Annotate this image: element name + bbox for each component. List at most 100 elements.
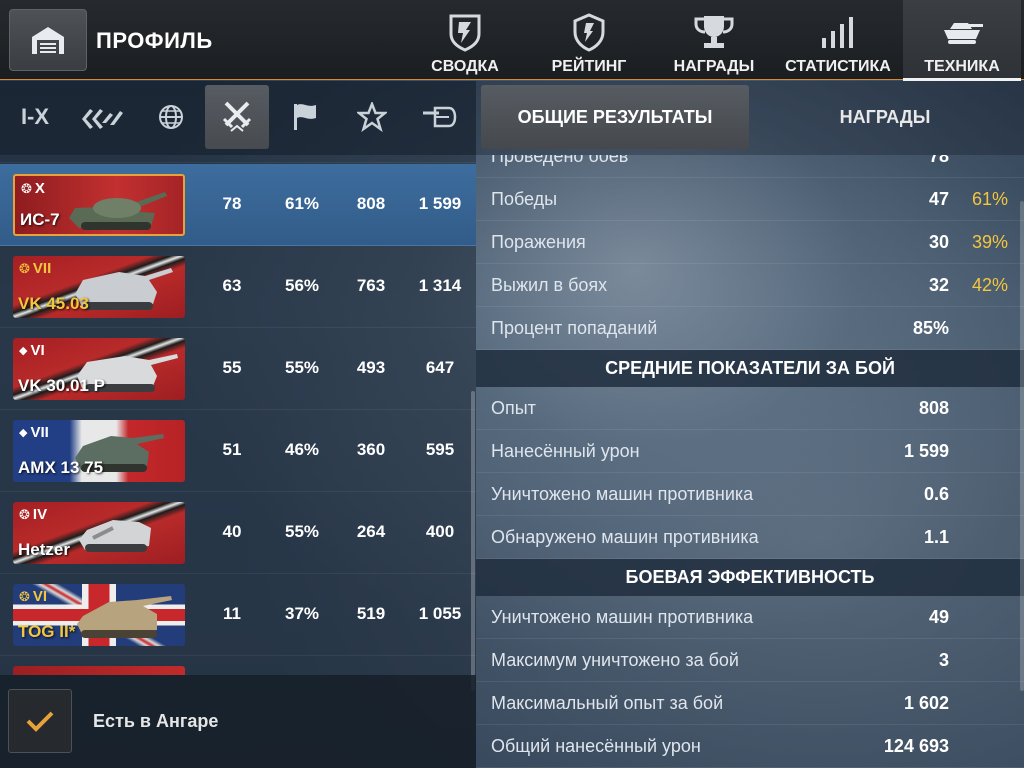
in-hangar-label: Есть в Ангаре [93, 711, 219, 731]
stat-label: Обнаружено машин противника [491, 527, 759, 547]
battles-cell: 78 [222, 194, 242, 213]
top-bar: ПРОФИЛЬ СВОДКА РЕЙТИНГ НАГРАДЫ СТАТИСТИК… [0, 0, 1024, 81]
stat-percent: 42% [972, 275, 1009, 295]
tier-mastery-icon: ❂ [21, 180, 32, 196]
stats-panel: ОБЩИЕ РЕЗУЛЬТАТЫ НАГРАДЫ Проведено боев … [476, 81, 1024, 768]
stats-segment-bar: ОБЩИЕ РЕЗУЛЬТАТЫ НАГРАДЫ [476, 81, 1024, 155]
xp-cell: 763 [356, 276, 386, 295]
tab-awards-label: НАГРАДЫ [673, 58, 755, 75]
stat-value: 3 [938, 650, 949, 670]
stat-label: Опыт [491, 398, 536, 418]
vehicle-type-filter[interactable] [407, 85, 471, 149]
stat-row: Максимальный опыт за бой 1 602 [476, 682, 1024, 725]
stat-row: Уничтожено машин противника 0.6 [476, 473, 1024, 516]
tab-vehicles[interactable]: ТЕХНИКА [903, 0, 1021, 81]
stat-label: Победы [491, 189, 558, 209]
damage-cell: 595 [425, 440, 455, 459]
stat-label: Максимальный опыт за бой [491, 693, 724, 713]
table-row[interactable]: ❂ X ИС-7 78 61% 808 1 599 [0, 164, 476, 246]
stat-value: 85% [912, 318, 949, 338]
page-title: ПРОФИЛЬ [96, 28, 213, 53]
tank-list: ❂ X ИС-7 78 61% 808 1 599 ❂ VII VK 45.03… [0, 155, 476, 675]
tank-gun-icon [423, 106, 457, 128]
damage-cell: 647 [425, 358, 455, 377]
star-filter[interactable] [340, 85, 404, 149]
tier-mastery-icon: ❂ [19, 260, 30, 276]
list-scrollbar[interactable] [471, 391, 475, 691]
shield-lightning-icon [443, 10, 487, 54]
crossed-swords-icon [222, 101, 252, 132]
segment-awards[interactable]: НАГРАДЫ [751, 85, 1019, 149]
table-row[interactable]: ❂ VII VK 45.03 63 56% 763 1 314 [0, 246, 476, 328]
stat-row: Нанесённый урон 1 599 [476, 430, 1024, 473]
winrate-cell: 61% [284, 194, 320, 213]
stat-row: Проведено боев 78 [476, 155, 1024, 178]
table-row[interactable]: ◆ VII AMX 13 75 51 46% 360 595 [0, 410, 476, 492]
tank-tier: ◆ VI [19, 342, 45, 359]
hangar-home-button[interactable] [9, 9, 87, 71]
tier-filter[interactable]: I-X [3, 85, 67, 149]
tank-tier-value: VII [32, 260, 52, 277]
battles-cell: 11 [223, 604, 241, 623]
stat-percent: 61% [972, 189, 1009, 209]
tab-vehicles-label: ТЕХНИКА [924, 58, 1000, 75]
segment-general-results[interactable]: ОБЩИЕ РЕЗУЛЬТАТЫ [481, 85, 749, 149]
tank-card [13, 666, 185, 675]
tank-card: ❂ VI TOG II* [13, 584, 185, 646]
stats-scrollbar[interactable] [1020, 201, 1024, 691]
tab-statistics-label: СТАТИСТИКА [785, 58, 891, 75]
stat-label: Нанесённый урон [491, 441, 640, 461]
nation-filter[interactable] [70, 85, 134, 149]
xp-cell: 264 [356, 522, 386, 541]
stat-row: Общий нанесённый урон 124 693 [476, 725, 1024, 768]
battles-cell: 40 [222, 522, 242, 541]
damage-cell: 1 599 [418, 194, 462, 213]
winrate-cell: 37% [284, 604, 320, 623]
tier-mastery-icon: ❂ [19, 588, 30, 604]
tank-name: AMX 13 75 [18, 458, 104, 477]
winrate-cell: 56% [284, 276, 320, 295]
damage-cell: 1 314 [418, 276, 462, 295]
stat-percent: 39% [972, 232, 1009, 252]
globe-icon [159, 105, 183, 129]
table-row[interactable] [0, 155, 476, 163]
stat-value: 49 [928, 607, 949, 627]
tab-statistics[interactable]: СТАТИСТИКА [779, 0, 897, 80]
rating-shield-icon [567, 10, 611, 54]
tab-summary-label: СВОДКА [431, 58, 499, 75]
battles-cell: 55 [222, 358, 242, 377]
tank-tier-value: VI [30, 342, 45, 359]
stat-label: Общий нанесённый урон [491, 736, 701, 756]
tank-card: ◆ VI VK 30.01 P [13, 338, 185, 400]
hangar-icon [32, 27, 64, 54]
tab-summary[interactable]: СВОДКА [406, 0, 524, 80]
section-header-efficiency: БОЕВАЯ ЭФФЕКТИВНОСТЬ [476, 559, 1024, 596]
segment-awards-label: НАГРАДЫ [839, 106, 931, 127]
table-row[interactable] [0, 656, 476, 675]
globe-filter[interactable] [139, 85, 203, 149]
tier-filter-label: I-X [20, 104, 50, 129]
flag-icon [294, 104, 316, 130]
vehicle-list-panel: I-X ❂ X ИС-7 78 61% 808 1 599 ❂ VII VK 4… [0, 81, 476, 768]
stat-label: Уничтожено машин противника [491, 484, 754, 504]
tab-rating[interactable]: РЕЙТИНГ [530, 0, 648, 80]
stat-label: Поражения [491, 232, 586, 252]
table-row[interactable]: ◆ VI VK 30.01 P 55 55% 493 647 [0, 328, 476, 410]
flag-filter[interactable] [273, 85, 337, 149]
stat-label: Процент попаданий [491, 318, 658, 338]
table-row[interactable]: ❂ VI TOG II* 11 37% 519 1 055 [0, 574, 476, 656]
battle-type-filter[interactable] [205, 85, 269, 149]
in-hangar-checkbox[interactable] [8, 689, 72, 753]
stat-label: Выжил в боях [491, 275, 608, 295]
bar-chart-icon [816, 10, 860, 54]
tank-image [79, 520, 151, 552]
tank-name: VK 45.03 [18, 294, 89, 313]
tank-tier: ❂ VI [19, 588, 47, 605]
tank-name: Hetzer [18, 540, 70, 559]
tab-awards[interactable]: НАГРАДЫ [655, 0, 773, 80]
hangar-filter-bar: Есть в Ангаре [0, 675, 476, 768]
table-row[interactable]: ❂ IV Hetzer 40 55% 264 400 [0, 492, 476, 574]
tier-mastery-icon: ◆ [19, 345, 28, 357]
stat-label: Проведено боев [491, 155, 629, 166]
tank-image [69, 192, 167, 230]
